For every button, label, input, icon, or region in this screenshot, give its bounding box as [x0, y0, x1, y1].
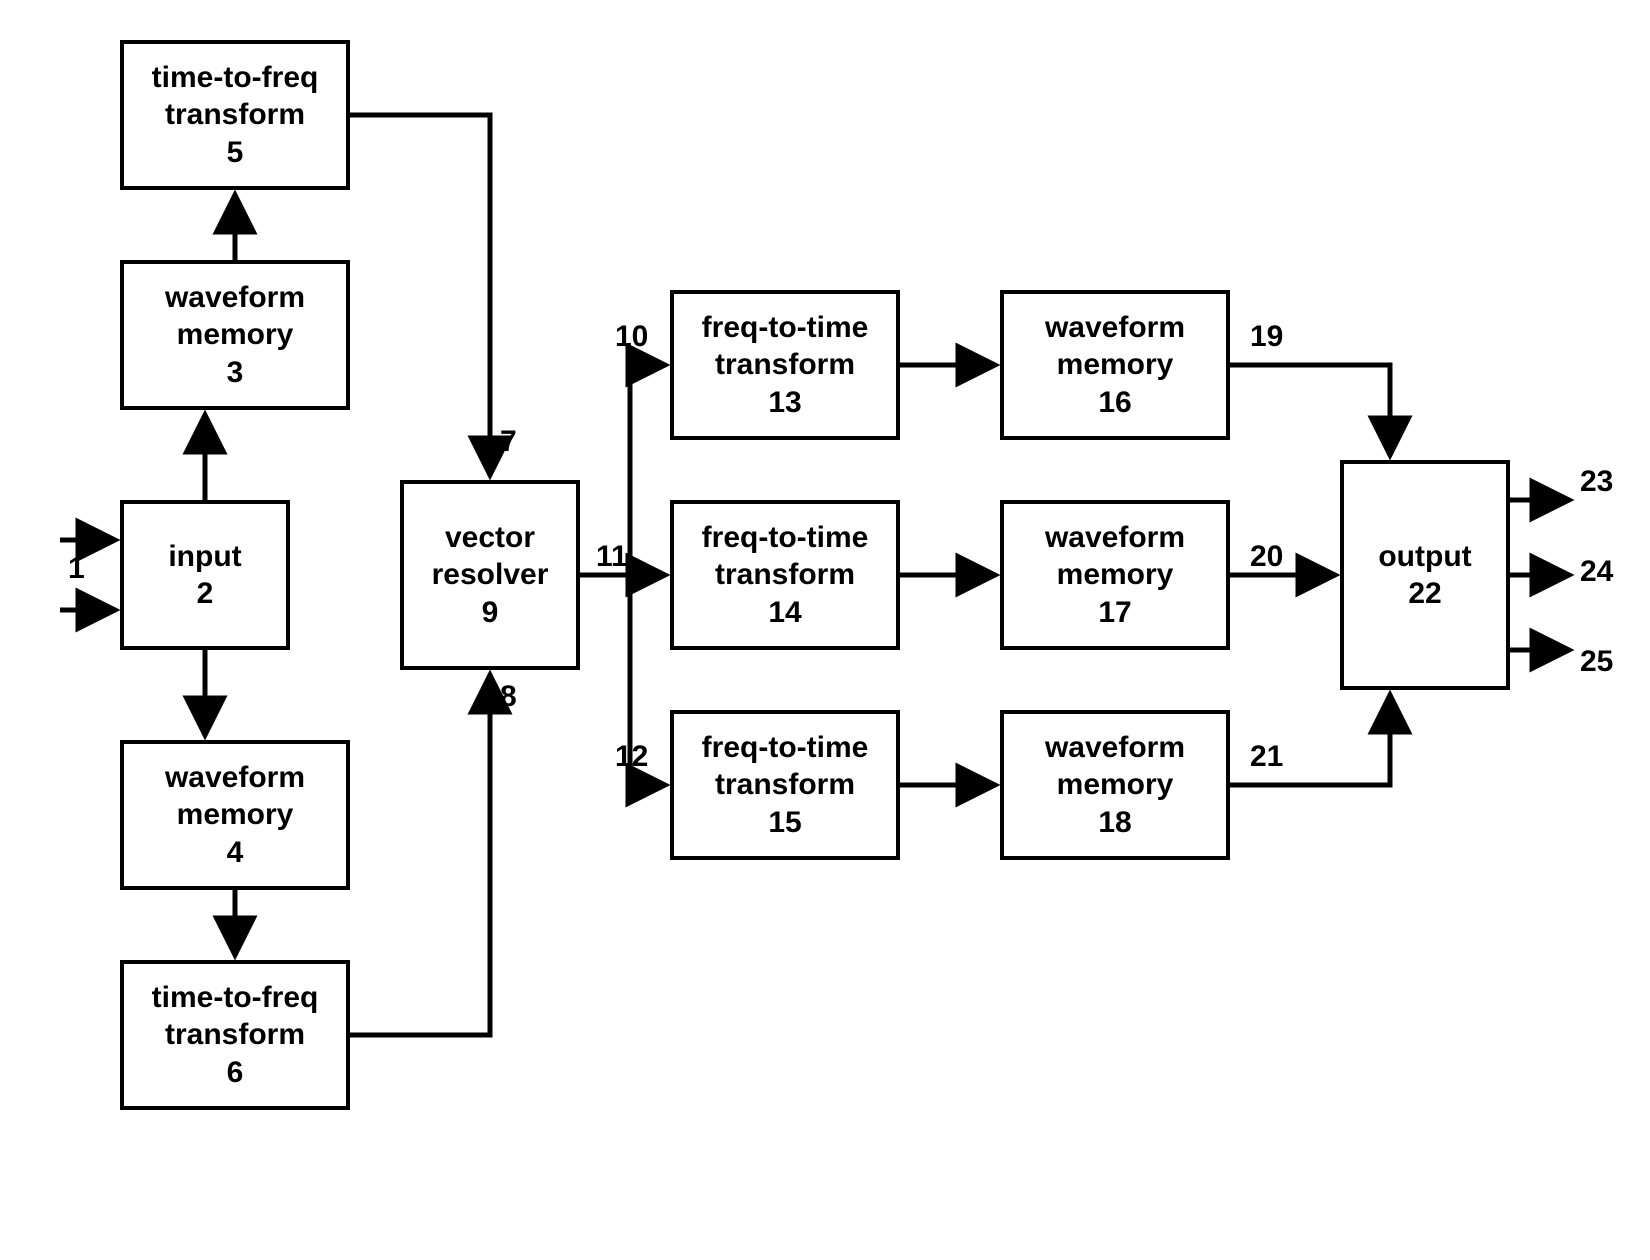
block-number: 22	[1408, 575, 1441, 613]
block-label: transform	[165, 1016, 305, 1054]
block-label: memory	[177, 796, 294, 834]
block-number: 2	[197, 575, 214, 613]
block-label: time-to-freq	[152, 979, 319, 1017]
block-freq-to-time-15: freq-to-time transform 15	[670, 710, 900, 860]
block-number: 9	[482, 594, 499, 632]
block-label: freq-to-time	[702, 519, 869, 557]
block-vector-resolver: vector resolver 9	[400, 480, 580, 670]
label-24: 24	[1580, 555, 1613, 589]
block-label: vector	[445, 519, 535, 557]
block-label: waveform	[1045, 309, 1185, 347]
block-freq-to-time-13: freq-to-time transform 13	[670, 290, 900, 440]
block-label: freq-to-time	[702, 309, 869, 347]
block-label: waveform	[165, 759, 305, 797]
block-label: memory	[1057, 766, 1174, 804]
block-number: 14	[768, 594, 801, 632]
block-number: 6	[227, 1054, 244, 1092]
block-time-to-freq-5: time-to-freq transform 5	[120, 40, 350, 190]
block-number: 3	[227, 354, 244, 392]
block-freq-to-time-14: freq-to-time transform 14	[670, 500, 900, 650]
block-label: waveform	[1045, 729, 1185, 767]
block-label: transform	[715, 556, 855, 594]
block-label: memory	[177, 316, 294, 354]
block-label: memory	[1057, 346, 1174, 384]
label-8: 8	[500, 680, 517, 714]
label-23: 23	[1580, 465, 1613, 499]
block-label: transform	[715, 766, 855, 804]
label-1: 1	[68, 552, 85, 586]
block-time-to-freq-6: time-to-freq transform 6	[120, 960, 350, 1110]
block-number: 17	[1098, 594, 1131, 632]
block-label: waveform	[165, 279, 305, 317]
label-7: 7	[500, 425, 517, 459]
block-output: output 22	[1340, 460, 1510, 690]
block-number: 18	[1098, 804, 1131, 842]
label-20: 20	[1250, 540, 1283, 574]
label-21: 21	[1250, 740, 1283, 774]
block-label: memory	[1057, 556, 1174, 594]
block-label: input	[168, 538, 241, 576]
block-waveform-memory-3: waveform memory 3	[120, 260, 350, 410]
block-label: transform	[165, 96, 305, 134]
label-25: 25	[1580, 645, 1613, 679]
label-11: 11	[596, 540, 628, 574]
block-number: 15	[768, 804, 801, 842]
block-label: output	[1378, 538, 1471, 576]
block-label: time-to-freq	[152, 59, 319, 97]
block-waveform-memory-4: waveform memory 4	[120, 740, 350, 890]
block-input: input 2	[120, 500, 290, 650]
block-number: 4	[227, 834, 244, 872]
block-number: 16	[1098, 384, 1131, 422]
block-label: waveform	[1045, 519, 1185, 557]
block-label: freq-to-time	[702, 729, 869, 767]
block-label: resolver	[432, 556, 549, 594]
block-number: 13	[768, 384, 801, 422]
block-label: transform	[715, 346, 855, 384]
block-waveform-memory-18: waveform memory 18	[1000, 710, 1230, 860]
block-waveform-memory-17: waveform memory 17	[1000, 500, 1230, 650]
block-waveform-memory-16: waveform memory 16	[1000, 290, 1230, 440]
label-10: 10	[615, 320, 648, 354]
label-19: 19	[1250, 320, 1283, 354]
label-12: 12	[615, 740, 648, 774]
block-number: 5	[227, 134, 244, 172]
